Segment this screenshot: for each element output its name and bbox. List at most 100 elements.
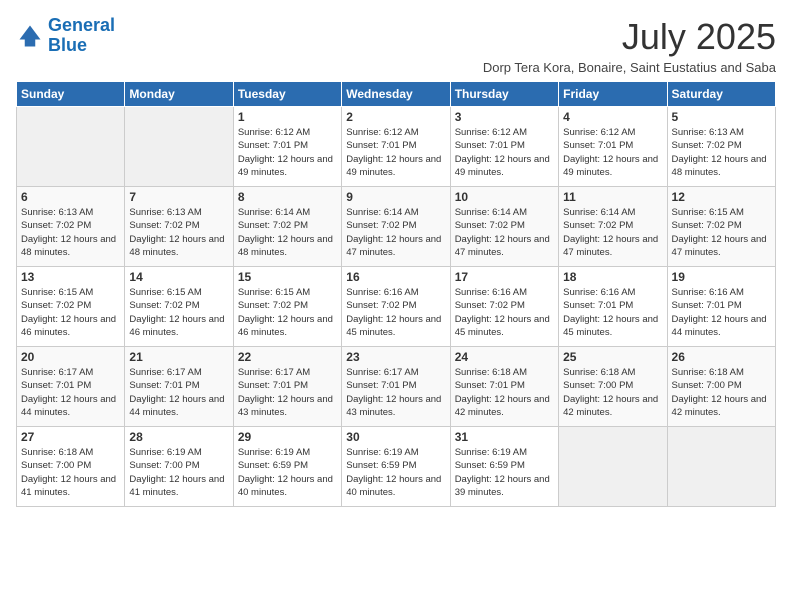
calendar-cell (125, 107, 233, 187)
day-info: Sunrise: 6:14 AMSunset: 7:02 PMDaylight:… (563, 206, 662, 259)
day-info: Sunrise: 6:13 AMSunset: 7:02 PMDaylight:… (129, 206, 228, 259)
calendar-cell: 22 Sunrise: 6:17 AMSunset: 7:01 PMDayligh… (233, 347, 341, 427)
calendar-cell: 8 Sunrise: 6:14 AMSunset: 7:02 PMDaylight… (233, 187, 341, 267)
day-number: 30 (346, 430, 445, 444)
calendar-cell: 27Sunrise: 6:18 AMSunset: 7:00 PMDayligh… (17, 427, 125, 507)
page-header: General Blue July 2025 Dorp Tera Kora, B… (16, 16, 776, 75)
day-info: Sunrise: 6:19 AMSunset: 6:59 PMDaylight:… (455, 446, 554, 499)
day-number: 18 (563, 270, 662, 284)
day-number: 20 (21, 350, 120, 364)
calendar-cell: 5 Sunrise: 6:13 AMSunset: 7:02 PMDaylight… (667, 107, 775, 187)
calendar-cell: 26 Sunrise: 6:18 AMSunset: 7:00 PMDayligh… (667, 347, 775, 427)
calendar-cell: 20 Sunrise: 6:17 AMSunset: 7:01 PMDayligh… (17, 347, 125, 427)
day-info: Sunrise: 6:17 AMSunset: 7:01 PMDaylight:… (238, 366, 337, 419)
day-number: 6 (21, 190, 120, 204)
day-number: 5 (672, 110, 771, 124)
day-info: Sunrise: 6:12 AMSunset: 7:01 PMDaylight:… (455, 126, 554, 179)
calendar-cell: 24 Sunrise: 6:18 AMSunset: 7:01 PMDayligh… (450, 347, 558, 427)
day-number: 1 (238, 110, 337, 124)
day-info: Sunrise: 6:15 AMSunset: 7:02 PMDaylight:… (129, 286, 228, 339)
day-info: Sunrise: 6:17 AMSunset: 7:01 PMDaylight:… (129, 366, 228, 419)
day-info: Sunrise: 6:19 AMSunset: 6:59 PMDaylight:… (346, 446, 445, 499)
calendar-cell: 7 Sunrise: 6:13 AMSunset: 7:02 PMDaylight… (125, 187, 233, 267)
day-info: Sunrise: 6:15 AMSunset: 7:02 PMDaylight:… (238, 286, 337, 339)
day-info: Sunrise: 6:18 AMSunset: 7:00 PMDaylight:… (563, 366, 662, 419)
day-info: Sunrise: 6:14 AMSunset: 7:02 PMDaylight:… (238, 206, 337, 259)
day-number: 24 (455, 350, 554, 364)
calendar-week-2: 6 Sunrise: 6:13 AMSunset: 7:02 PMDaylight… (17, 187, 776, 267)
day-number: 4 (563, 110, 662, 124)
calendar-cell: 16 Sunrise: 6:16 AMSunset: 7:02 PMDayligh… (342, 267, 450, 347)
day-info: Sunrise: 6:13 AMSunset: 7:02 PMDaylight:… (672, 126, 771, 179)
calendar-week-3: 13 Sunrise: 6:15 AMSunset: 7:02 PMDayligh… (17, 267, 776, 347)
calendar-cell: 1 Sunrise: 6:12 AMSunset: 7:01 PMDaylight… (233, 107, 341, 187)
day-info: Sunrise: 6:15 AMSunset: 7:02 PMDaylight:… (21, 286, 120, 339)
calendar-cell: 6 Sunrise: 6:13 AMSunset: 7:02 PMDaylight… (17, 187, 125, 267)
calendar-cell: 17Sunrise: 6:16 AMSunset: 7:02 PMDayligh… (450, 267, 558, 347)
day-number: 26 (672, 350, 771, 364)
day-number: 7 (129, 190, 228, 204)
day-info: Sunrise: 6:16 AMSunset: 7:02 PMDaylight:… (455, 286, 554, 339)
day-info: Sunrise: 6:13 AMSunset: 7:02 PMDaylight:… (21, 206, 120, 259)
column-header-wednesday: Wednesday (342, 82, 450, 107)
calendar-cell: 23Sunrise: 6:17 AMSunset: 7:01 PMDayligh… (342, 347, 450, 427)
column-header-thursday: Thursday (450, 82, 558, 107)
title-block: July 2025 Dorp Tera Kora, Bonaire, Saint… (483, 16, 776, 75)
calendar-cell: 10 Sunrise: 6:14 AMSunset: 7:02 PMDayligh… (450, 187, 558, 267)
day-number: 3 (455, 110, 554, 124)
calendar-week-4: 20 Sunrise: 6:17 AMSunset: 7:01 PMDayligh… (17, 347, 776, 427)
day-info: Sunrise: 6:18 AMSunset: 7:01 PMDaylight:… (455, 366, 554, 419)
column-header-friday: Friday (559, 82, 667, 107)
day-info: Sunrise: 6:16 AMSunset: 7:02 PMDaylight:… (346, 286, 445, 339)
day-info: Sunrise: 6:12 AMSunset: 7:01 PMDaylight:… (346, 126, 445, 179)
logo-text: General Blue (48, 16, 115, 56)
logo: General Blue (16, 16, 115, 56)
day-info: Sunrise: 6:19 AMSunset: 6:59 PMDaylight:… (238, 446, 337, 499)
day-number: 19 (672, 270, 771, 284)
calendar-cell: 31Sunrise: 6:19 AMSunset: 6:59 PMDayligh… (450, 427, 558, 507)
day-number: 14 (129, 270, 228, 284)
calendar-cell: 4 Sunrise: 6:12 AMSunset: 7:01 PMDaylight… (559, 107, 667, 187)
calendar-week-5: 27Sunrise: 6:18 AMSunset: 7:00 PMDayligh… (17, 427, 776, 507)
day-number: 8 (238, 190, 337, 204)
calendar-cell: 13 Sunrise: 6:15 AMSunset: 7:02 PMDayligh… (17, 267, 125, 347)
day-number: 27 (21, 430, 120, 444)
calendar-cell: 30 Sunrise: 6:19 AMSunset: 6:59 PMDayligh… (342, 427, 450, 507)
calendar-week-1: 1 Sunrise: 6:12 AMSunset: 7:01 PMDaylight… (17, 107, 776, 187)
day-info: Sunrise: 6:16 AMSunset: 7:01 PMDaylight:… (563, 286, 662, 339)
column-header-tuesday: Tuesday (233, 82, 341, 107)
calendar-cell: 21Sunrise: 6:17 AMSunset: 7:01 PMDayligh… (125, 347, 233, 427)
calendar-cell (17, 107, 125, 187)
day-number: 15 (238, 270, 337, 284)
day-number: 22 (238, 350, 337, 364)
day-number: 28 (129, 430, 228, 444)
calendar-cell: 19 Sunrise: 6:16 AMSunset: 7:01 PMDayligh… (667, 267, 775, 347)
day-info: Sunrise: 6:15 AMSunset: 7:02 PMDaylight:… (672, 206, 771, 259)
day-number: 13 (21, 270, 120, 284)
column-header-monday: Monday (125, 82, 233, 107)
column-header-sunday: Sunday (17, 82, 125, 107)
calendar-cell (667, 427, 775, 507)
day-info: Sunrise: 6:18 AMSunset: 7:00 PMDaylight:… (672, 366, 771, 419)
calendar-cell: 2 Sunrise: 6:12 AMSunset: 7:01 PMDaylight… (342, 107, 450, 187)
calendar-cell: 29Sunrise: 6:19 AMSunset: 6:59 PMDayligh… (233, 427, 341, 507)
day-info: Sunrise: 6:14 AMSunset: 7:02 PMDaylight:… (455, 206, 554, 259)
day-number: 2 (346, 110, 445, 124)
day-number: 16 (346, 270, 445, 284)
day-info: Sunrise: 6:12 AMSunset: 7:01 PMDaylight:… (563, 126, 662, 179)
day-info: Sunrise: 6:12 AMSunset: 7:01 PMDaylight:… (238, 126, 337, 179)
day-number: 10 (455, 190, 554, 204)
logo-icon (16, 22, 44, 50)
day-info: Sunrise: 6:16 AMSunset: 7:01 PMDaylight:… (672, 286, 771, 339)
calendar-cell: 15 Sunrise: 6:15 AMSunset: 7:02 PMDayligh… (233, 267, 341, 347)
calendar-cell: 14 Sunrise: 6:15 AMSunset: 7:02 PMDayligh… (125, 267, 233, 347)
calendar-header-row: SundayMondayTuesdayWednesdayThursdayFrid… (17, 82, 776, 107)
day-info: Sunrise: 6:14 AMSunset: 7:02 PMDaylight:… (346, 206, 445, 259)
calendar-cell: 12Sunrise: 6:15 AMSunset: 7:02 PMDayligh… (667, 187, 775, 267)
day-number: 25 (563, 350, 662, 364)
day-info: Sunrise: 6:17 AMSunset: 7:01 PMDaylight:… (21, 366, 120, 419)
column-header-saturday: Saturday (667, 82, 775, 107)
calendar-cell: 11Sunrise: 6:14 AMSunset: 7:02 PMDayligh… (559, 187, 667, 267)
day-info: Sunrise: 6:19 AMSunset: 7:00 PMDaylight:… (129, 446, 228, 499)
day-info: Sunrise: 6:17 AMSunset: 7:01 PMDaylight:… (346, 366, 445, 419)
